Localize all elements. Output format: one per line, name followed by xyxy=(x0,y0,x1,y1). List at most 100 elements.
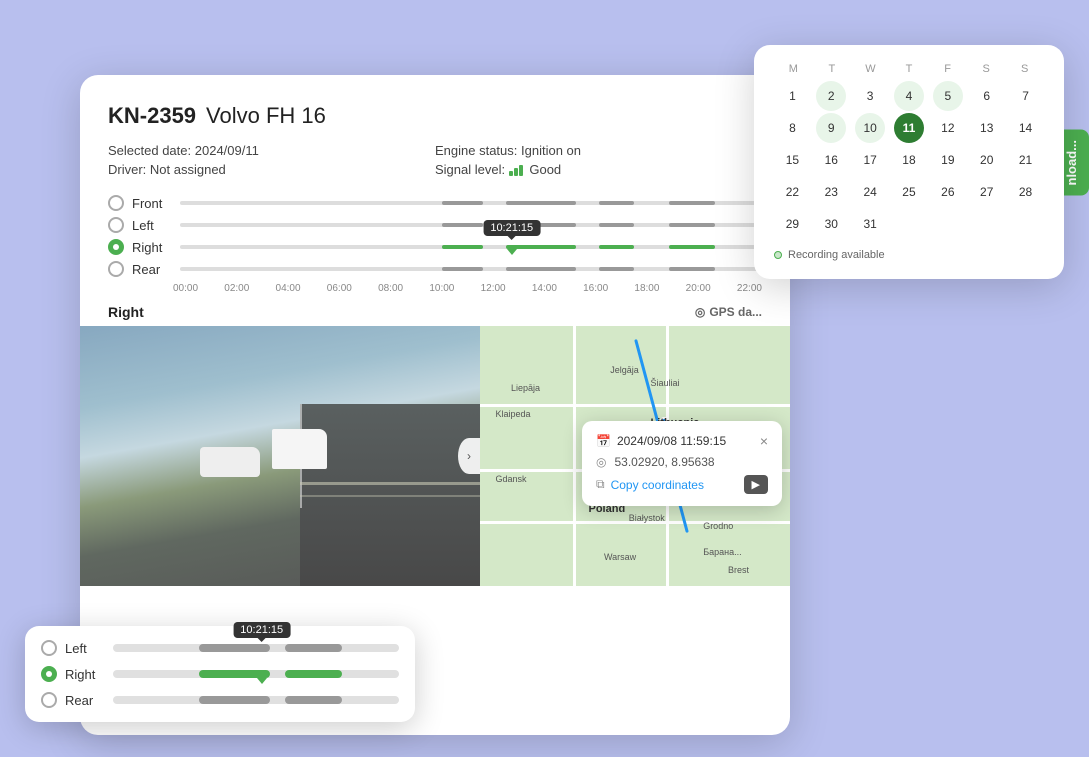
cam-label-left: Left xyxy=(132,218,172,233)
timeline-bar-rear xyxy=(180,264,762,274)
time-mark: 16:00 xyxy=(583,283,608,294)
map-city-klaipeda: Klaipeda xyxy=(496,409,531,419)
camera-row-left[interactable]: Left xyxy=(108,217,762,233)
time-tooltip: 10:21:15 xyxy=(483,220,540,236)
time-mark: 06:00 xyxy=(327,283,352,294)
cal-day-cell[interactable]: 11 xyxy=(894,113,924,143)
signal-bars-icon xyxy=(509,165,523,176)
scroll-right-arrow[interactable]: › xyxy=(458,438,480,474)
driver-row: Driver: Not assigned xyxy=(108,162,435,177)
signal-level-label: Signal level: xyxy=(435,162,505,177)
cal-day-cell[interactable]: 8 xyxy=(777,113,807,143)
vehicle-model: Volvo FH 16 xyxy=(206,103,326,129)
selected-date-label: Selected date: xyxy=(108,143,191,158)
cal-day-cell[interactable]: 19 xyxy=(933,145,963,175)
cal-day-cell[interactable]: 17 xyxy=(855,145,885,175)
download-label: nload... xyxy=(1064,140,1079,186)
calendar-grid[interactable]: 1234567891011121314151617181920212223242… xyxy=(774,81,1044,239)
time-mark: 00:00 xyxy=(173,283,198,294)
camera-row-front[interactable]: Front xyxy=(108,195,762,211)
mini-radio-rear[interactable] xyxy=(41,692,57,708)
media-area: › Lithuania Poland Jelgāja Liepāja Klaip… xyxy=(80,326,790,586)
map-city-baranas: Барана... xyxy=(703,547,741,557)
cal-day-cell[interactable]: 22 xyxy=(777,177,807,207)
cal-day-cell[interactable]: 2 xyxy=(816,81,846,111)
cal-day-cell[interactable]: 24 xyxy=(855,177,885,207)
cal-day-cell[interactable]: 30 xyxy=(816,209,846,239)
time-mark: 12:00 xyxy=(481,283,506,294)
radio-right[interactable] xyxy=(108,239,124,255)
engine-status-row: Engine status: Ignition on xyxy=(435,143,762,158)
cal-day-cell[interactable]: 31 xyxy=(855,209,885,239)
radio-front[interactable] xyxy=(108,195,124,211)
gps-label-text: GPS da... xyxy=(709,305,762,319)
copy-coords-button[interactable]: Copy coordinates xyxy=(611,478,704,492)
mini-bar-right xyxy=(113,670,399,678)
cal-day-cell[interactable]: 18 xyxy=(894,145,924,175)
gps-icon: ◎ xyxy=(596,455,606,469)
mini-cam-label-rear: Rear xyxy=(65,693,105,708)
cal-day-header-cell: W xyxy=(851,63,890,75)
cal-day-header-cell: S xyxy=(1005,63,1044,75)
cal-day-cell[interactable]: 28 xyxy=(1011,177,1041,207)
cal-day-cell[interactable]: 21 xyxy=(1011,145,1041,175)
cal-day-cell[interactable]: 12 xyxy=(933,113,963,143)
cal-day-cell[interactable]: 26 xyxy=(933,177,963,207)
cal-day-cell[interactable]: 5 xyxy=(933,81,963,111)
camera-row-rear[interactable]: Rear xyxy=(108,261,762,277)
timeline-section: Front Left Right xyxy=(108,195,762,294)
mini-cam-label-left: Left xyxy=(65,641,105,656)
cal-day-cell[interactable]: 23 xyxy=(816,177,846,207)
cal-day-cell[interactable]: 27 xyxy=(972,177,1002,207)
cal-day-cell[interactable]: 16 xyxy=(816,145,846,175)
time-axis: 00:0002:0004:0006:0008:0010:0012:0014:00… xyxy=(108,283,762,294)
camera-row-right[interactable]: Right 10:21:15 xyxy=(108,239,762,255)
timeline-bar-right: 10:21:15 xyxy=(180,242,762,252)
cal-day-header-cell: T xyxy=(890,63,929,75)
cal-day-cell[interactable]: 20 xyxy=(972,145,1002,175)
vehicle-meta: Selected date: 2024/09/11 Engine status:… xyxy=(108,143,762,177)
cal-day-cell[interactable]: 25 xyxy=(894,177,924,207)
copy-coords-row[interactable]: ⧉ Copy coordinates ▶ xyxy=(596,475,768,494)
timeline-bar-left xyxy=(180,220,762,230)
cal-day-cell[interactable]: 10 xyxy=(855,113,885,143)
mini-radio-right[interactable] xyxy=(41,666,57,682)
time-mark: 04:00 xyxy=(276,283,301,294)
mini-bar-left: 10:21:15 xyxy=(113,644,399,652)
gps-label: ◎ GPS da... xyxy=(695,305,762,319)
gps-coordinates: 53.02920, 8.95638 xyxy=(614,455,714,469)
cal-day-cell[interactable]: 3 xyxy=(855,81,885,111)
cal-day-cell[interactable]: 15 xyxy=(777,145,807,175)
map-city-brest: Brest xyxy=(728,565,749,575)
engine-status-label: Engine status: xyxy=(435,143,517,158)
cal-day-cell[interactable]: 29 xyxy=(777,209,807,239)
mini-cam-row-left[interactable]: Left 10:21:15 xyxy=(41,640,399,656)
calendar-popup: MTWTFSS 12345678910111213141516171819202… xyxy=(754,45,1064,279)
cal-day-cell[interactable]: 6 xyxy=(972,81,1002,111)
gps-datetime: 2024/09/08 11:59:15 xyxy=(617,434,726,448)
map-city-bialystok: Białystok xyxy=(629,513,665,523)
gps-popup: 📅 2024/09/08 11:59:15 × ◎ 53.02920, 8.95… xyxy=(582,421,782,506)
play-button[interactable]: ▶ xyxy=(744,475,768,494)
mini-radio-left[interactable] xyxy=(41,640,57,656)
cal-day-cell[interactable]: 7 xyxy=(1011,81,1041,111)
cal-day-cell[interactable]: 9 xyxy=(816,113,846,143)
cal-day-cell[interactable]: 1 xyxy=(777,81,807,111)
cal-day-cell[interactable]: 13 xyxy=(972,113,1002,143)
mini-cam-row-right[interactable]: Right xyxy=(41,666,399,682)
cal-day-cell[interactable]: 4 xyxy=(894,81,924,111)
radio-rear[interactable] xyxy=(108,261,124,277)
driver-value: Not assigned xyxy=(150,162,226,177)
map-city-warsaw: Warsaw xyxy=(604,552,636,562)
time-mark: 10:00 xyxy=(429,283,454,294)
signal-level-value: Good xyxy=(529,162,561,177)
camera-section-label: Right xyxy=(108,304,144,320)
cal-day-cell[interactable]: 14 xyxy=(1011,113,1041,143)
mini-playhead xyxy=(257,678,267,684)
cam-label-rear: Rear xyxy=(132,262,172,277)
radio-left[interactable] xyxy=(108,217,124,233)
cal-day-header-cell: M xyxy=(774,63,813,75)
mini-timeline-popup: Left 10:21:15 Right Rear xyxy=(25,626,415,722)
close-button[interactable]: × xyxy=(760,433,768,449)
mini-cam-row-rear[interactable]: Rear xyxy=(41,692,399,708)
